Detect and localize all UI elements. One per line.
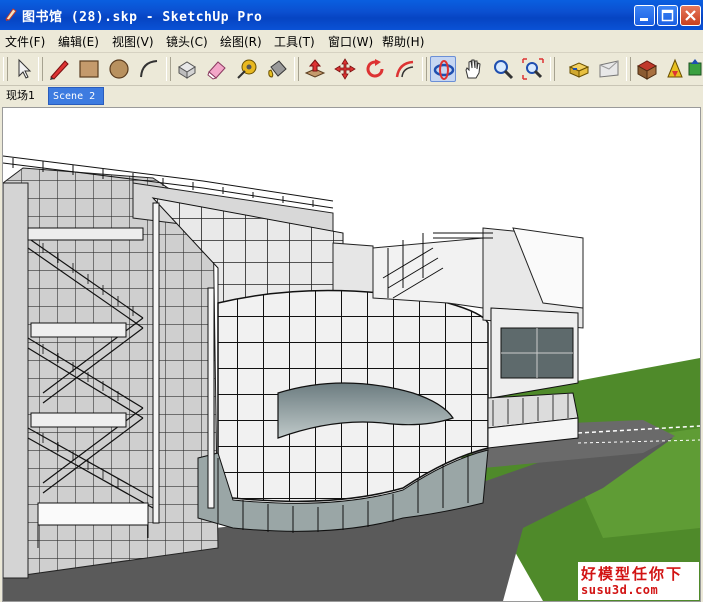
title-bar: 图书馆 (28).skp - SketchUp Pro bbox=[0, 0, 703, 30]
toolbar-separator bbox=[38, 57, 43, 81]
toolbar-separator bbox=[626, 57, 631, 81]
next-view-button[interactable] bbox=[596, 56, 622, 82]
paint-bucket-button[interactable] bbox=[264, 56, 290, 82]
watermark-slogan: 好模型任你下 bbox=[581, 565, 684, 583]
eraser-tool-button[interactable] bbox=[204, 56, 230, 82]
arc-tool-button[interactable] bbox=[136, 56, 162, 82]
pencil-line-icon bbox=[50, 60, 69, 80]
toolbar-grip[interactable] bbox=[3, 57, 8, 81]
maximize-icon bbox=[661, 9, 674, 22]
3d-warehouse-button[interactable] bbox=[634, 56, 660, 82]
close-button[interactable] bbox=[680, 5, 701, 26]
sketchup-app-icon[interactable] bbox=[4, 7, 18, 21]
toolbar-separator bbox=[550, 57, 555, 81]
scene-tab-2[interactable]: Scene 2 bbox=[48, 87, 104, 105]
scene-tab-1[interactable]: 现场1 bbox=[2, 87, 39, 105]
rectangle-icon bbox=[79, 60, 99, 78]
toolbar-separator bbox=[166, 57, 171, 81]
make-component-button[interactable] bbox=[174, 56, 200, 82]
move-icon bbox=[334, 58, 356, 80]
zoom-extents-icon bbox=[522, 58, 544, 80]
next-view-icon bbox=[599, 60, 619, 78]
library-building-render bbox=[3, 155, 700, 601]
arc-icon bbox=[140, 60, 158, 78]
push-pull-icon bbox=[304, 59, 326, 78]
pan-hand-icon bbox=[465, 59, 481, 79]
get-models-button[interactable] bbox=[662, 56, 688, 82]
zoom-extents-button[interactable] bbox=[520, 56, 546, 82]
close-icon bbox=[685, 10, 696, 21]
make-component-icon bbox=[178, 61, 196, 79]
orbit-tool-button[interactable] bbox=[430, 56, 456, 82]
menu-bar: 文件(F) 编辑(E) 视图(V) 镜头(C) 绘图(R) 工具(T) 窗口(W… bbox=[0, 30, 703, 53]
toolbar-separator bbox=[422, 57, 427, 81]
previous-view-button[interactable] bbox=[566, 56, 592, 82]
paint-bucket-icon bbox=[268, 60, 287, 78]
offset-icon bbox=[395, 60, 414, 78]
rotate-icon bbox=[366, 59, 384, 78]
menu-window[interactable]: 窗口(W) bbox=[328, 33, 373, 50]
scene-tabs: 现场1 Scene 2 bbox=[0, 86, 703, 106]
rotate-tool-button[interactable] bbox=[362, 56, 388, 82]
menu-view[interactable]: 视图(V) bbox=[112, 33, 154, 50]
menu-edit[interactable]: 编辑(E) bbox=[58, 33, 99, 50]
share-model-icon bbox=[688, 59, 702, 76]
watermark: 好模型任你下 susu3d.com bbox=[578, 562, 699, 600]
share-model-button[interactable] bbox=[686, 56, 703, 82]
menu-file[interactable]: 文件(F) bbox=[5, 33, 45, 50]
rectangle-tool-button[interactable] bbox=[76, 56, 102, 82]
window-title: 图书馆 (28).skp - SketchUp Pro bbox=[22, 10, 263, 25]
menu-tools[interactable]: 工具(T) bbox=[274, 33, 315, 50]
select-tool-button[interactable] bbox=[10, 56, 36, 82]
orbit-icon bbox=[433, 60, 455, 80]
eraser-icon bbox=[207, 61, 226, 80]
toolbar bbox=[0, 53, 703, 86]
minimize-button[interactable] bbox=[634, 5, 655, 26]
toolbar-separator bbox=[294, 57, 299, 81]
offset-tool-button[interactable] bbox=[392, 56, 418, 82]
previous-view-icon bbox=[568, 62, 590, 78]
tape-measure-button[interactable] bbox=[234, 56, 260, 82]
menu-camera[interactable]: 镜头(C) bbox=[166, 33, 208, 50]
model-viewport[interactable] bbox=[2, 107, 701, 602]
zoom-icon bbox=[494, 60, 514, 80]
pan-tool-button[interactable] bbox=[460, 56, 486, 82]
select-arrow-icon bbox=[18, 58, 32, 79]
menu-draw[interactable]: 绘图(R) bbox=[220, 33, 262, 50]
move-tool-button[interactable] bbox=[332, 56, 358, 82]
get-models-icon bbox=[667, 58, 683, 78]
3d-warehouse-icon bbox=[636, 60, 658, 80]
watermark-url: susu3d.com bbox=[581, 583, 659, 597]
zoom-tool-button[interactable] bbox=[490, 56, 516, 82]
menu-help[interactable]: 帮助(H) bbox=[382, 33, 424, 50]
tape-measure-icon bbox=[237, 59, 257, 79]
minimize-icon bbox=[640, 18, 648, 21]
circle-icon bbox=[109, 59, 129, 79]
circle-tool-button[interactable] bbox=[106, 56, 132, 82]
line-tool-button[interactable] bbox=[46, 56, 72, 82]
push-pull-button[interactable] bbox=[302, 56, 328, 82]
maximize-button[interactable] bbox=[657, 5, 678, 26]
